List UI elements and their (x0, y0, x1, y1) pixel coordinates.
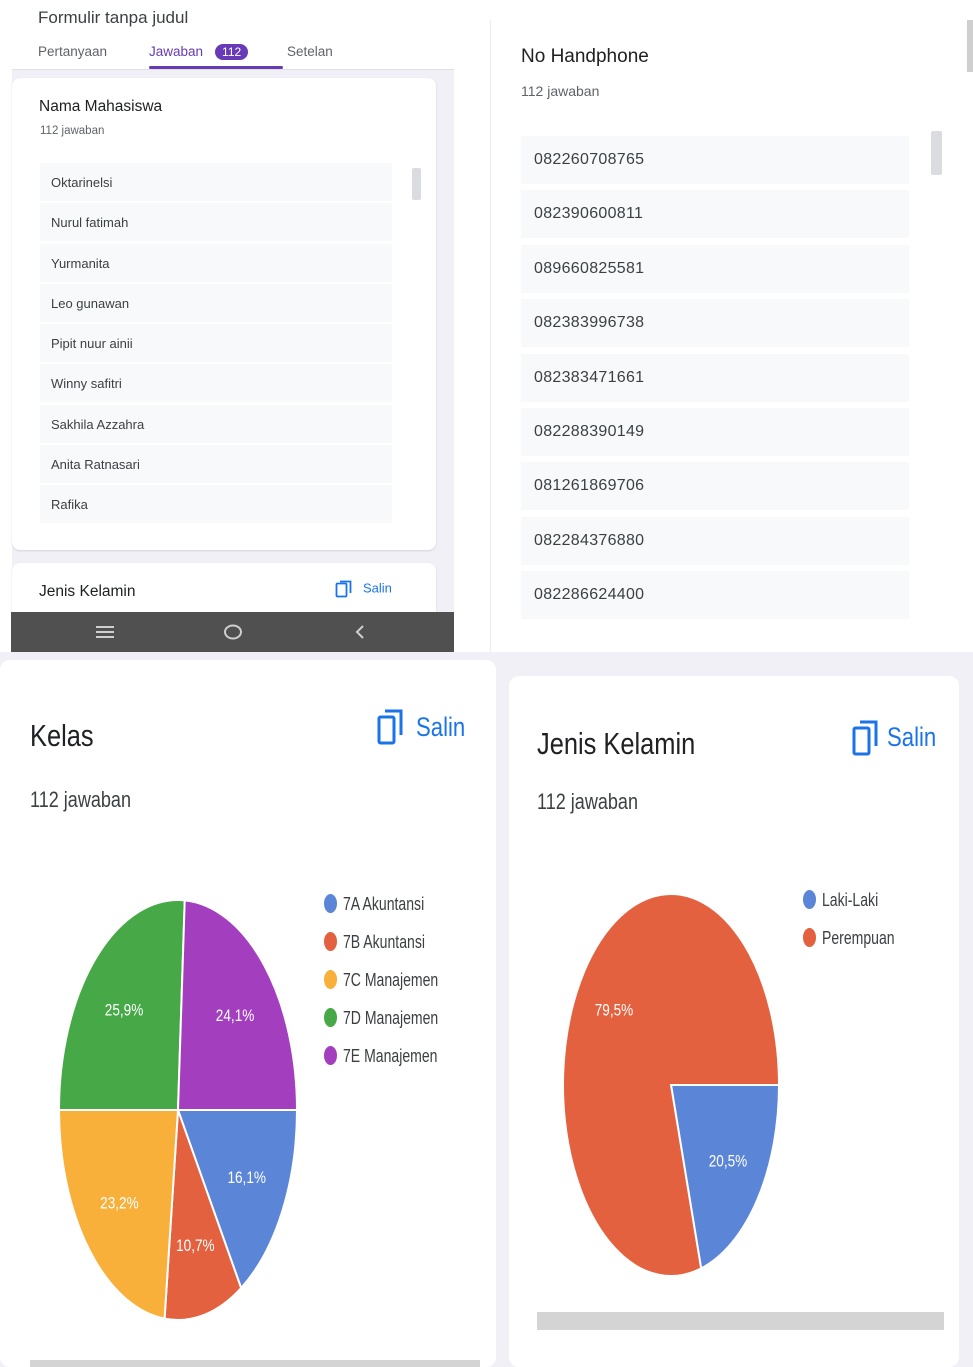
gender-card-collapsed-title: Jenis Kelamin (39, 583, 136, 600)
legend-label: Laki-Laki (822, 890, 879, 910)
tab-jawaban[interactable]: Jawaban 112 (149, 44, 249, 60)
list-item: Nurul fatimah (40, 203, 392, 242)
tab-pertanyaan[interactable]: Pertanyaan (38, 44, 107, 59)
names-card-count: 112 jawaban (40, 125, 105, 137)
legend-item: 7C Manajemen (324, 970, 465, 1008)
tab-bar: Pertanyaan Jawaban 112 Setelan (12, 36, 454, 70)
list-item: Oktarinelsi (40, 163, 392, 201)
phone-list-scrollbar[interactable] (931, 131, 942, 175)
copy-button-label: Salin (363, 580, 392, 596)
list-item: 082383996738 (521, 299, 909, 348)
list-item: 082288390149 (521, 407, 909, 456)
copy-button[interactable]: Salin (887, 722, 936, 753)
kelas-pie-chart: 16,1% 10,7% 23,2% 25,9% 24,1% (57, 899, 299, 1320)
legend-swatch (324, 1046, 337, 1065)
legend-label: Perempuan (822, 928, 895, 948)
list-item: Rafika (40, 485, 392, 524)
active-tab-indicator (149, 66, 283, 69)
legend-swatch (803, 928, 816, 947)
page-scrollbar[interactable] (967, 20, 973, 72)
list-item: Pipit nuur ainii (40, 324, 392, 363)
list-item: Sakhila Azzahra (40, 404, 392, 443)
legend-label: 7A Akuntansi (343, 894, 425, 914)
phone-card: No Handphone 112 jawaban 082260708765 08… (490, 20, 973, 652)
home-icon[interactable] (221, 621, 245, 643)
names-card: Nama Mahasiswa 112 jawaban Oktarinelsi N… (12, 78, 436, 550)
tab-setelan[interactable]: Setelan (287, 44, 333, 59)
names-list[interactable]: Oktarinelsi Nurul fatimah Yurmanita Leo … (40, 163, 392, 528)
kelas-card-title: Kelas (30, 718, 94, 753)
phone-card-count: 112 jawaban (521, 83, 600, 99)
legend-item: Laki-Laki (803, 890, 915, 928)
gender-legend: Laki-Laki Perempuan (803, 890, 915, 966)
phone-list[interactable]: 082260708765 082390600811 089660825581 0… (521, 136, 909, 626)
names-scrollbar[interactable] (412, 168, 421, 200)
slice-label: 23,2% (100, 1194, 139, 1213)
responses-screen-left: Formulir tanpa judul Pertanyaan Jawaban 1… (0, 0, 470, 652)
copy-icon[interactable] (377, 708, 405, 746)
slice-label: 10,7% (176, 1237, 215, 1256)
copy-button[interactable]: Salin (416, 712, 465, 743)
copy-icon[interactable] (852, 719, 880, 757)
pie-slice (176, 899, 299, 1111)
back-icon[interactable] (348, 621, 372, 643)
legend-label: 7C Manajemen (343, 970, 439, 990)
legend-swatch (324, 932, 337, 951)
gender-card-count: 112 jawaban (537, 789, 638, 814)
tab-jawaban-label: Jawaban (149, 44, 204, 59)
legend-swatch (324, 1008, 337, 1027)
list-item: Leo gunawan (40, 283, 392, 322)
list-item: 082383471661 (521, 353, 909, 402)
gender-card-title: Jenis Kelamin (537, 726, 696, 761)
list-item: Anita Ratnasari (40, 445, 392, 484)
legend-swatch (803, 890, 816, 909)
legend-item: 7D Manajemen (324, 1008, 465, 1046)
slice-label: 24,1% (216, 1006, 255, 1025)
list-item: 082390600811 (521, 190, 909, 239)
pie-slice (57, 1109, 180, 1320)
list-item: 082284376880 (521, 516, 909, 565)
list-item: Yurmanita (40, 243, 392, 282)
android-nav-bar (11, 612, 454, 652)
legend-item: 7E Manajemen (324, 1046, 465, 1084)
slice-label: 16,1% (227, 1169, 266, 1188)
legend-label: 7D Manajemen (343, 1008, 439, 1028)
gender-pie-chart: 20,5% 79,5% (562, 893, 781, 1277)
legend-item: 7A Akuntansi (324, 894, 465, 932)
slice-label: 20,5% (709, 1152, 748, 1171)
horizontal-scrollbar[interactable] (30, 1360, 480, 1367)
legend-label: 7B Akuntansi (343, 932, 425, 952)
horizontal-scrollbar[interactable] (537, 1312, 944, 1330)
slice-label: 25,9% (105, 1001, 144, 1020)
names-card-title: Nama Mahasiswa (39, 98, 163, 115)
legend-item: 7B Akuntansi (324, 932, 465, 970)
list-item: 082286624400 (521, 571, 909, 620)
kelas-card-count: 112 jawaban (30, 787, 131, 812)
copy-button[interactable]: Salin (335, 580, 392, 598)
phone-card-title: No Handphone (521, 46, 649, 67)
legend-swatch (324, 894, 337, 913)
response-count-badge: 112 (215, 44, 249, 60)
list-item: 082260708765 (521, 136, 909, 184)
kelas-card: Kelas 112 jawaban Salin 16,1% 10,7% 23,2% 2… (0, 660, 496, 1367)
copy-icon (335, 580, 352, 598)
slice-label: 79,5% (595, 1001, 634, 1020)
gender-card: Jenis Kelamin 112 jawaban Salin 20,5% 79,… (509, 676, 959, 1367)
list-item: 081261869706 (521, 462, 909, 511)
legend-swatch (324, 970, 337, 989)
list-item: Winny safitri (40, 364, 392, 403)
kelas-legend: 7A Akuntansi 7B Akuntansi 7C Manajemen 7D M… (324, 894, 465, 1084)
menu-icon[interactable] (93, 621, 117, 643)
list-item: 089660825581 (521, 244, 909, 293)
legend-item: Perempuan (803, 928, 915, 966)
legend-label: 7E Manajemen (343, 1046, 438, 1066)
form-title: Formulir tanpa judul (38, 8, 189, 27)
